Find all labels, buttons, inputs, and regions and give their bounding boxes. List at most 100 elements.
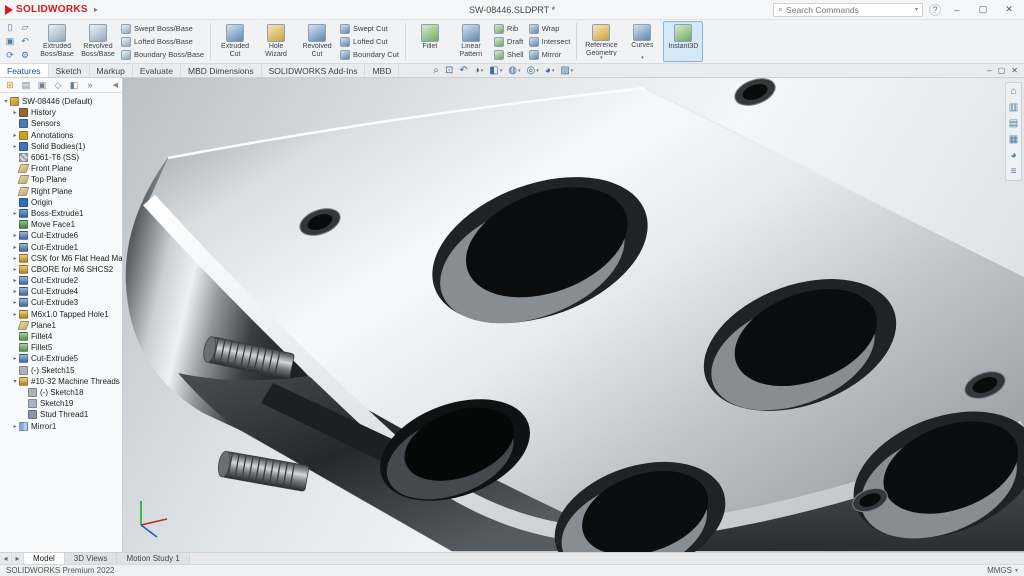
tree-collapsed-arrow-icon[interactable]: ▸ [11, 277, 19, 284]
lofted-boss-base-button[interactable]: Lofted Boss/Base [121, 36, 204, 48]
tabs-scroll-right-icon[interactable]: ▸ [12, 553, 24, 564]
menu-expand-arrow-icon[interactable]: ▸ [91, 5, 101, 14]
save-icon[interactable]: ▣ [3, 35, 17, 48]
mirror-button[interactable]: Mirror [528, 49, 571, 61]
tab-markup[interactable]: Markup [90, 64, 133, 77]
tree-item-boss-extrude1[interactable]: ▸ Boss-Extrude1 [0, 208, 122, 219]
view-palette-icon[interactable]: ▦ [1009, 134, 1018, 145]
doc-tab-motion-study-1[interactable]: Motion Study 1 [117, 553, 190, 564]
tree-item-top-plane[interactable]: Top Plane [0, 174, 122, 185]
linear-pattern-button[interactable]: Linear Pattern [451, 21, 491, 62]
display-style-icon[interactable]: ◍ ▾ [508, 65, 520, 76]
tab-evaluate[interactable]: Evaluate [133, 64, 181, 77]
previous-view-icon[interactable]: ↶ [459, 65, 467, 76]
configurationmanager-icon[interactable]: ▣ [35, 79, 49, 92]
tree-item-6061-t6-ss[interactable]: 6061-T6 (SS) [0, 152, 122, 163]
options-icon[interactable]: ⚙ [18, 49, 32, 62]
new-document-icon[interactable]: ▯ [3, 21, 17, 34]
view-orientation-icon[interactable]: ◧ ▾ [489, 65, 502, 76]
tree-collapsed-arrow-icon[interactable]: ▸ [11, 255, 19, 262]
units-value[interactable]: MMGS [987, 566, 1012, 575]
open-document-icon[interactable]: ▱ [18, 21, 32, 34]
search-caret-icon[interactable]: ▾ [915, 6, 918, 13]
tree-collapsed-arrow-icon[interactable]: ▸ [11, 109, 19, 116]
intersect-button[interactable]: Intersect [528, 36, 570, 48]
tree-item-fillet5[interactable]: Fillet5 [0, 342, 122, 353]
graphics-viewport[interactable]: ⌂ ▥ ▤ ▦ ◕ ≡ [123, 78, 1024, 552]
tree-expanded-arrow-icon[interactable]: ▾ [11, 378, 19, 385]
zoom-area-icon[interactable]: ⊡ [445, 65, 453, 76]
tree-item-sketch15[interactable]: (-) Sketch15 [0, 365, 122, 376]
revolved-cut-button[interactable]: Revolved Cut [297, 21, 337, 62]
tree-collapsed-arrow-icon[interactable]: ▸ [11, 244, 19, 251]
appearances-scenes-icon[interactable]: ◕ [1010, 150, 1016, 161]
tree-item-cut-extrude1[interactable]: ▸ Cut-Extrude1 [0, 241, 122, 252]
draft-button[interactable]: Draft [493, 36, 524, 48]
tree-item-right-plane[interactable]: Right Plane [0, 186, 122, 197]
maximize-button[interactable]: ▢ [973, 4, 993, 15]
tree-item-cut-extrude6[interactable]: ▸ Cut-Extrude6 [0, 230, 122, 241]
revolved-boss-base-button[interactable]: Revolved Boss/Base [78, 21, 118, 62]
tree-collapsed-arrow-icon[interactable]: ▸ [11, 210, 19, 217]
document-minimize-button[interactable]: – [987, 66, 991, 75]
tree-item-history[interactable]: ▸ History [0, 107, 122, 118]
tree-item-origin[interactable]: Origin [0, 197, 122, 208]
instant3d-button[interactable]: Instant3D [663, 21, 704, 62]
tab-mbd-dimensions[interactable]: MBD Dimensions [181, 64, 262, 77]
tree-item-cut-extrude5[interactable]: ▸ Cut-Extrude5 [0, 353, 122, 364]
shell-button[interactable]: Shell [493, 49, 524, 61]
displaymanager-icon[interactable]: ◧ [67, 79, 81, 92]
tree-item-sketch19[interactable]: Sketch19 [0, 398, 122, 409]
appearances-icon[interactable]: ◕ ▾ [545, 65, 555, 76]
reference-geometry-button[interactable]: Reference Geometry ▾ [581, 21, 621, 62]
document-restore-button[interactable]: ▢ [998, 66, 1006, 75]
tree-item-fillet4[interactable]: Fillet4 [0, 331, 122, 342]
zoom-fit-icon[interactable]: ⌕ [433, 65, 439, 76]
help-button[interactable]: ? [929, 3, 941, 16]
hide-show-icon[interactable]: ◎ ▾ [527, 65, 539, 76]
search-commands-box[interactable]: ⌕ ▾ [773, 2, 923, 17]
tree-item-sensors[interactable]: Sensors [0, 118, 122, 129]
undo-icon[interactable]: ↶ [18, 35, 32, 48]
custom-properties-icon[interactable]: ≡ [1011, 166, 1017, 177]
tree-item-stud-thread1[interactable]: Stud Thread1 [0, 409, 122, 420]
search-input[interactable] [786, 4, 912, 15]
boundary-boss-base-button[interactable]: Boundary Boss/Base [121, 49, 204, 61]
swept-boss-base-button[interactable]: Swept Boss/Base [121, 23, 204, 35]
tree-item-cut-extrude3[interactable]: ▸ Cut-Extrude3 [0, 297, 122, 308]
tree-collapsed-arrow-icon[interactable]: ▸ [11, 266, 19, 273]
panel-collapse-arrow-icon[interactable]: ◀ [113, 81, 119, 89]
tree-item-annotations[interactable]: ▸ Annotations [0, 130, 122, 141]
tree-collapsed-arrow-icon[interactable]: ▸ [11, 132, 19, 139]
tree-item-10-32-machine-threads-stud1[interactable]: ▾#10-32 Machine Threads Stud1 [0, 376, 122, 387]
wrap-button[interactable]: Wrap [528, 23, 571, 35]
tree-item-cbore-for-m6-shcs2[interactable]: ▸ CBORE for M6 SHCS2 [0, 264, 122, 275]
tree-item-front-plane[interactable]: Front Plane [0, 163, 122, 174]
tab-sketch[interactable]: Sketch [49, 64, 90, 77]
rib-button[interactable]: Rib [493, 23, 524, 35]
tree-item-cut-extrude4[interactable]: ▸ Cut-Extrude4 [0, 286, 122, 297]
rebuild-icon[interactable]: ⟳ [3, 49, 17, 62]
tree-collapsed-arrow-icon[interactable]: ▸ [11, 299, 19, 306]
propertymanager-icon[interactable]: ▤ [19, 79, 33, 92]
design-library-icon[interactable]: ▥ [1009, 102, 1018, 113]
tree-item-sketch18[interactable]: (-) Sketch18 [0, 387, 122, 398]
curves-button[interactable]: Curves ▾ [622, 21, 662, 62]
doc-tab-model[interactable]: Model [24, 553, 65, 564]
tree-expanded-arrow-icon[interactable]: ▾ [2, 98, 10, 105]
tabs-scroll-left-icon[interactable]: ◂ [0, 553, 12, 564]
section-view-icon[interactable]: ◑ ▾ [474, 65, 484, 76]
scene-icon[interactable]: ▨ ▾ [560, 65, 573, 76]
tree-item-solid-bodies-1[interactable]: ▸ Solid Bodies(1) [0, 141, 122, 152]
hole-wizard-button[interactable]: Hole Wizard [256, 21, 296, 62]
boundary-cut-button[interactable]: Boundary Cut [340, 49, 399, 61]
close-button[interactable]: ✕ [999, 4, 1019, 15]
swept-cut-button[interactable]: Swept Cut [340, 23, 399, 35]
tree-item-m6x1-0-tapped-hole1[interactable]: ▸ M6x1.0 Tapped Hole1 [0, 309, 122, 320]
units-caret-icon[interactable]: ▾ [1015, 567, 1018, 574]
tree-collapsed-arrow-icon[interactable]: ▸ [11, 232, 19, 239]
tree-collapsed-arrow-icon[interactable]: ▸ [11, 311, 19, 318]
doc-tab-3d-views[interactable]: 3D Views [64, 553, 118, 564]
document-close-button[interactable]: ✕ [1011, 66, 1018, 75]
tab-mbd[interactable]: MBD [365, 64, 400, 77]
